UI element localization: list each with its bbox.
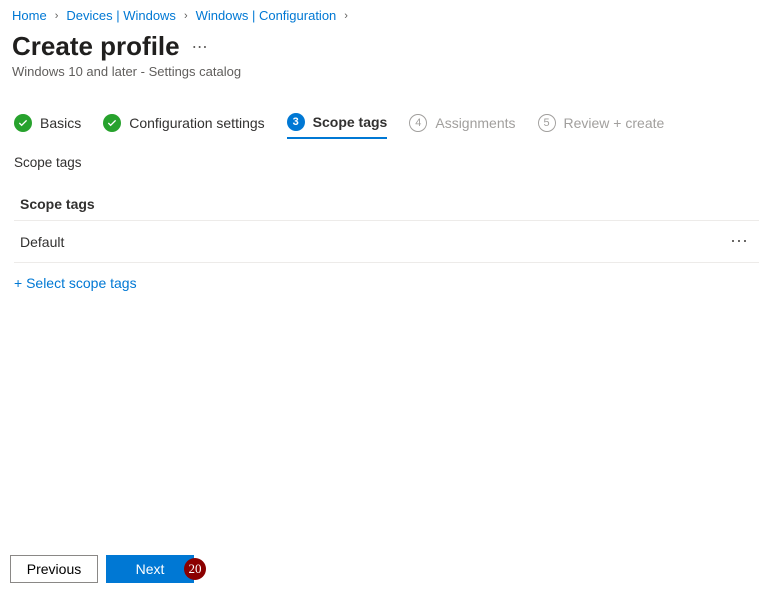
page-subtitle: Windows 10 and later - Settings catalog xyxy=(0,64,773,99)
step-label: Configuration settings xyxy=(129,115,264,131)
step-review-create[interactable]: 5 Review + create xyxy=(538,114,665,138)
previous-button[interactable]: Previous xyxy=(10,555,98,583)
chevron-right-icon: › xyxy=(184,10,188,22)
annotation-badge: 20 xyxy=(184,558,206,580)
table-row: Default ⋯ xyxy=(14,221,759,263)
step-label: Review + create xyxy=(564,115,665,131)
scope-tags-card: Scope tags Default ⋯ xyxy=(14,188,759,263)
step-configuration-settings[interactable]: Configuration settings xyxy=(103,114,264,138)
wizard-footer: Previous Next 20 xyxy=(10,555,218,583)
step-label: Basics xyxy=(40,115,81,131)
step-number-badge: 4 xyxy=(409,114,427,132)
section-summary-label: Scope tags xyxy=(0,147,773,188)
breadcrumb: Home › Devices | Windows › Windows | Con… xyxy=(0,0,773,27)
scope-tag-value: Default xyxy=(20,234,64,250)
step-label: Scope tags xyxy=(313,114,388,130)
page-title: Create profile xyxy=(12,31,180,62)
next-button[interactable]: Next xyxy=(106,555,194,583)
card-header: Scope tags xyxy=(14,188,759,221)
chevron-right-icon: › xyxy=(55,10,59,22)
step-number-badge: 3 xyxy=(287,113,305,131)
more-icon[interactable]: ⋯ xyxy=(192,37,209,57)
wizard-steps: Basics Configuration settings 3 Scope ta… xyxy=(0,99,773,147)
select-scope-tags-link[interactable]: + Select scope tags xyxy=(14,275,137,291)
row-more-icon[interactable]: ⋯ xyxy=(726,231,753,252)
breadcrumb-home[interactable]: Home xyxy=(12,8,47,23)
check-icon xyxy=(103,114,121,132)
step-assignments[interactable]: 4 Assignments xyxy=(409,114,515,138)
chevron-right-icon: › xyxy=(344,10,348,22)
breadcrumb-devices-windows[interactable]: Devices | Windows xyxy=(66,8,176,23)
step-label: Assignments xyxy=(435,115,515,131)
step-scope-tags[interactable]: 3 Scope tags xyxy=(287,113,388,139)
check-icon xyxy=(14,114,32,132)
breadcrumb-windows-configuration[interactable]: Windows | Configuration xyxy=(196,8,337,23)
step-basics[interactable]: Basics xyxy=(14,114,81,138)
step-number-badge: 5 xyxy=(538,114,556,132)
